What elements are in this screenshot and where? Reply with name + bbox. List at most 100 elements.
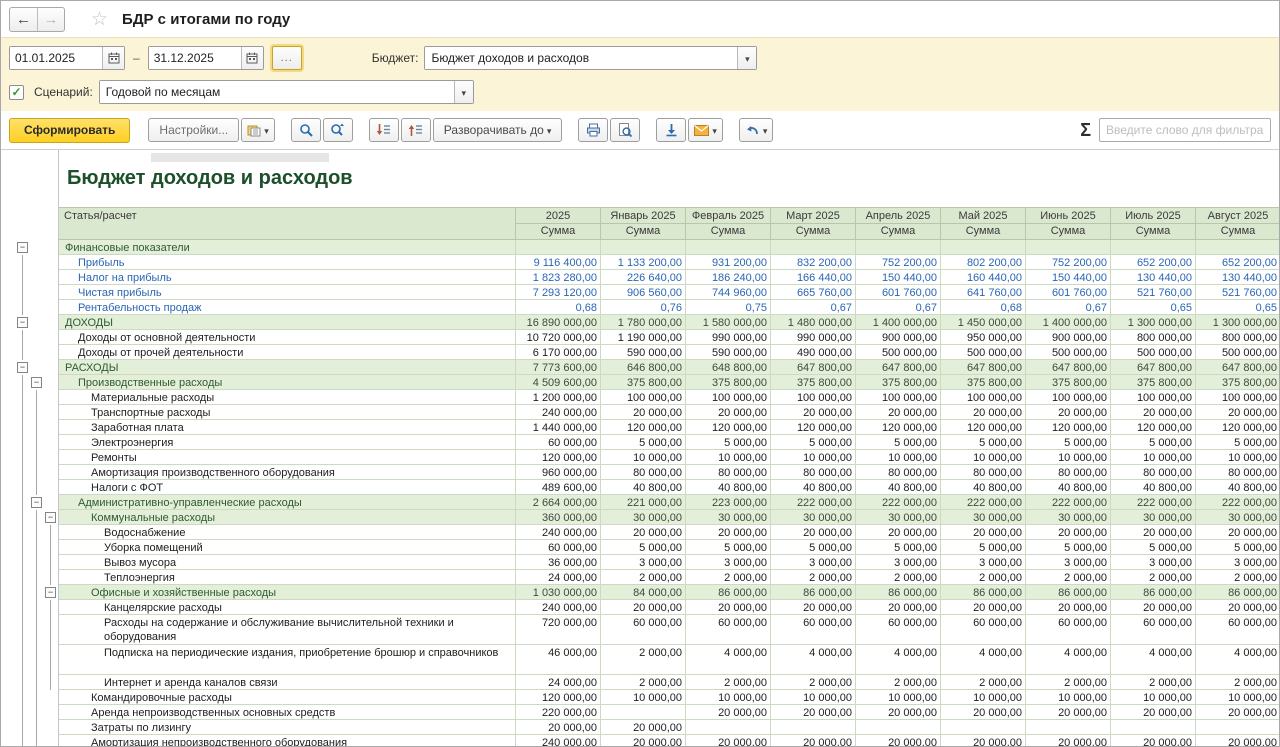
value-cell[interactable]: 641 760,00 — [941, 285, 1026, 300]
value-cell[interactable]: 150 440,00 — [1026, 270, 1111, 285]
value-cell[interactable]: 160 440,00 — [941, 270, 1026, 285]
value-cell[interactable]: 601 760,00 — [856, 285, 941, 300]
value-cell — [941, 720, 1026, 735]
row-label[interactable]: Административно-управленческие расходы — [59, 495, 516, 510]
expand-to-button[interactable]: Разворачивать до — [433, 118, 563, 142]
value-cell[interactable]: 0,68 — [941, 300, 1026, 315]
search-button[interactable] — [291, 118, 321, 142]
calendar-icon[interactable] — [241, 47, 263, 69]
row-label[interactable]: РАСХОДЫ — [59, 360, 516, 375]
print-preview-button[interactable] — [610, 118, 640, 142]
back-button[interactable]: ← — [10, 8, 37, 31]
value-cell: 20 000,00 — [686, 600, 771, 615]
value-cell[interactable]: 186 240,00 — [686, 270, 771, 285]
value-cell[interactable]: 130 440,00 — [1196, 270, 1280, 285]
value-cell[interactable]: 744 960,00 — [686, 285, 771, 300]
value-cell[interactable]: 521 760,00 — [1196, 285, 1280, 300]
value-cell[interactable]: 752 200,00 — [856, 255, 941, 270]
value-cell[interactable]: 752 200,00 — [1026, 255, 1111, 270]
value-cell: 10 000,00 — [601, 450, 686, 465]
date-to-input[interactable] — [149, 47, 241, 69]
value-cell[interactable]: 931 200,00 — [686, 255, 771, 270]
expand-down-icon — [376, 123, 391, 137]
row-label[interactable]: Финансовые показатели — [59, 240, 516, 255]
save-settings-button[interactable] — [241, 118, 275, 142]
row-label[interactable]: Чистая прибыль — [59, 285, 516, 300]
value-cell[interactable]: 0,75 — [686, 300, 771, 315]
value-cell: 30 000,00 — [941, 510, 1026, 525]
value-cell[interactable]: 0,65 — [1196, 300, 1280, 315]
save-export-button[interactable] — [656, 118, 686, 142]
tree-line — [22, 480, 23, 495]
value-cell[interactable]: 1 823 280,00 — [516, 270, 601, 285]
chevron-down-icon[interactable] — [737, 47, 756, 69]
date-from-input[interactable] — [10, 47, 102, 69]
collapse-groups-button[interactable] — [401, 118, 431, 142]
favorite-star-icon[interactable]: ☆ — [91, 8, 108, 31]
value-cell[interactable]: 652 200,00 — [1196, 255, 1280, 270]
value-cell[interactable]: 802 200,00 — [941, 255, 1026, 270]
row-label[interactable]: Прибыль — [59, 255, 516, 270]
filter-panel: – ... Бюджет: Сценарий: — [1, 37, 1279, 111]
value-cell: 990 000,00 — [686, 330, 771, 345]
value-cell: 1 450 000,00 — [941, 315, 1026, 330]
row-label[interactable]: Коммунальные расходы — [59, 510, 516, 525]
table-row: Материальные расходы1 200 000,00100 000,… — [9, 390, 1280, 405]
collapse-expander-icon[interactable]: − — [45, 587, 56, 598]
print-button[interactable] — [578, 118, 608, 142]
value-cell[interactable]: 9 116 400,00 — [516, 255, 601, 270]
quick-filter-input[interactable] — [1099, 118, 1271, 142]
search-next-button[interactable] — [323, 118, 353, 142]
send-mail-button[interactable] — [688, 118, 723, 142]
settings-button[interactable]: Настройки... — [148, 118, 239, 142]
value-cell: 5 000,00 — [601, 540, 686, 555]
expand-to-label: Разворачивать до — [444, 123, 544, 137]
value-cell[interactable]: 0,67 — [856, 300, 941, 315]
row-label: Доходы от основной деятельности — [59, 330, 516, 345]
value-cell: 20 000,00 — [516, 720, 601, 735]
collapse-expander-icon[interactable]: − — [17, 242, 28, 253]
period-more-button[interactable]: ... — [272, 46, 302, 70]
value-cell: 80 000,00 — [941, 465, 1026, 480]
collapse-expander-icon[interactable]: − — [31, 497, 42, 508]
recalc-return-button[interactable] — [739, 118, 774, 142]
chevron-down-icon[interactable] — [454, 81, 473, 103]
value-cell[interactable]: 0,67 — [771, 300, 856, 315]
row-label[interactable]: ДОХОДЫ — [59, 315, 516, 330]
value-cell[interactable]: 521 760,00 — [1111, 285, 1196, 300]
calendar-icon[interactable] — [102, 47, 124, 69]
value-cell[interactable]: 906 560,00 — [601, 285, 686, 300]
value-cell[interactable]: 226 640,00 — [601, 270, 686, 285]
collapse-expander-icon[interactable]: − — [31, 377, 42, 388]
value-cell[interactable]: 166 440,00 — [771, 270, 856, 285]
forward-button[interactable]: → — [37, 8, 64, 31]
generate-button[interactable]: Сформировать — [9, 118, 130, 143]
collapse-expander-icon[interactable]: − — [45, 512, 56, 523]
value-cell[interactable]: 1 133 200,00 — [601, 255, 686, 270]
value-cell[interactable]: 665 760,00 — [771, 285, 856, 300]
value-cell[interactable]: 0,65 — [1111, 300, 1196, 315]
value-cell[interactable]: 150 440,00 — [856, 270, 941, 285]
value-cell[interactable]: 0,67 — [1026, 300, 1111, 315]
scenario-input[interactable] — [100, 81, 454, 103]
scenario-checkbox[interactable] — [9, 85, 24, 100]
value-cell — [1111, 240, 1196, 255]
row-label[interactable]: Офисные и хозяйственные расходы — [59, 585, 516, 600]
row-label: Затраты по лизингу — [59, 720, 516, 735]
value-cell: 60 000,00 — [601, 615, 686, 645]
value-cell: 100 000,00 — [941, 390, 1026, 405]
value-cell[interactable]: 7 293 120,00 — [516, 285, 601, 300]
budget-input[interactable] — [425, 47, 737, 69]
value-cell[interactable]: 0,76 — [601, 300, 686, 315]
value-cell[interactable]: 0,68 — [516, 300, 601, 315]
value-cell[interactable]: 832 200,00 — [771, 255, 856, 270]
value-cell[interactable]: 652 200,00 — [1111, 255, 1196, 270]
expand-groups-button[interactable] — [369, 118, 399, 142]
collapse-expander-icon[interactable]: − — [17, 362, 28, 373]
row-label[interactable]: Рентабельность продаж — [59, 300, 516, 315]
row-label[interactable]: Производственные расходы — [59, 375, 516, 390]
row-label[interactable]: Налог на прибыль — [59, 270, 516, 285]
value-cell[interactable]: 601 760,00 — [1026, 285, 1111, 300]
collapse-expander-icon[interactable]: − — [17, 317, 28, 328]
value-cell[interactable]: 130 440,00 — [1111, 270, 1196, 285]
